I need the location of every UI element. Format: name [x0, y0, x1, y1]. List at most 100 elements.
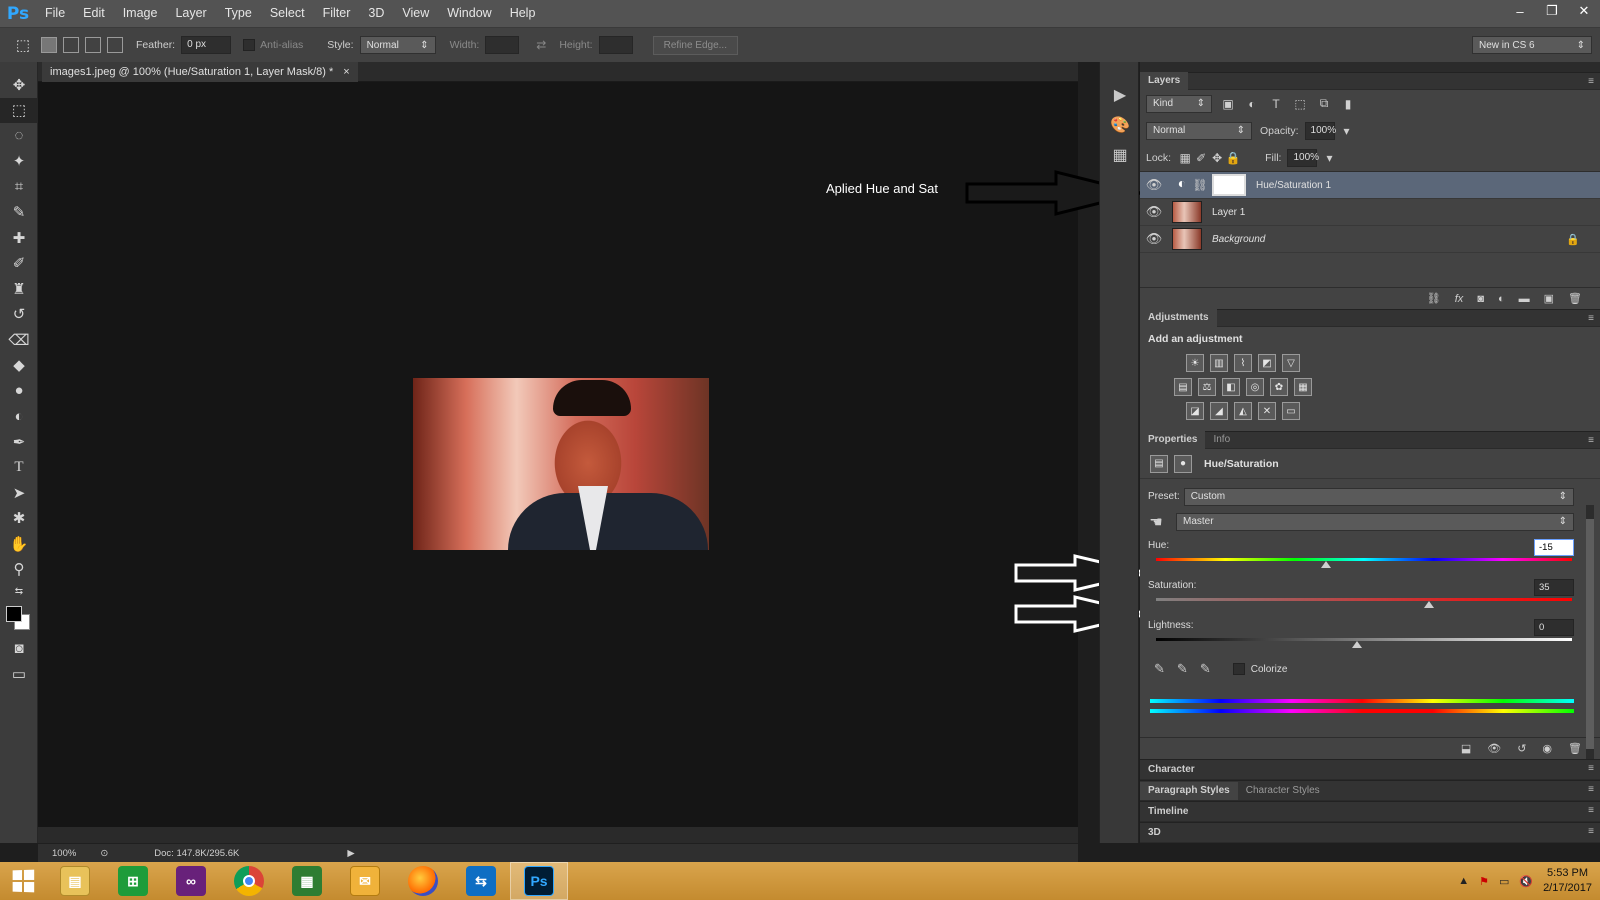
- taskbar-visual-studio[interactable]: ∞: [162, 862, 220, 900]
- tab-character[interactable]: Character: [1140, 761, 1203, 779]
- filter-toggle-icon[interactable]: ▮: [1340, 97, 1356, 111]
- fill-dropdown-icon[interactable]: ▾: [1321, 151, 1337, 165]
- play-actions-icon[interactable]: ▶: [1100, 80, 1140, 110]
- lightness-slider-track[interactable]: [1156, 638, 1572, 641]
- levels-icon[interactable]: ▥: [1210, 354, 1228, 372]
- taskbar-chrome[interactable]: [220, 862, 278, 900]
- panel-menu-icon[interactable]: ≡: [1588, 435, 1594, 446]
- clock[interactable]: 5:53 PM 2/17/2017: [1543, 866, 1592, 896]
- foreground-color-swatch[interactable]: [6, 606, 22, 622]
- volume-icon[interactable]: 🔇: [1519, 875, 1533, 888]
- taskbar-project[interactable]: ▦: [278, 862, 336, 900]
- swatches-palette-icon[interactable]: 🎨: [1100, 110, 1140, 140]
- targeted-adjustment-hand-icon[interactable]: ☚: [1148, 513, 1164, 531]
- photo-filter-icon[interactable]: ◎: [1246, 378, 1264, 396]
- lock-transparent-icon[interactable]: ▦: [1177, 151, 1193, 165]
- add-mask-icon[interactable]: ◙: [1477, 293, 1484, 305]
- tab-timeline[interactable]: Timeline: [1140, 803, 1196, 821]
- grid-panel-icon[interactable]: ▦: [1100, 140, 1140, 170]
- visibility-eye-icon[interactable]: 👁: [1140, 231, 1168, 247]
- opacity-input[interactable]: 100%: [1304, 121, 1336, 140]
- selective-color-icon[interactable]: ✕: [1258, 402, 1276, 420]
- tab-character-styles[interactable]: Character Styles: [1238, 782, 1328, 800]
- taskbar-firefox[interactable]: [394, 862, 452, 900]
- filter-shape-icon[interactable]: ⬚: [1292, 97, 1308, 111]
- preset-select[interactable]: Custom ⇕: [1183, 487, 1574, 506]
- curves-icon[interactable]: ⌇: [1234, 354, 1252, 372]
- posterize-icon[interactable]: ◢: [1210, 402, 1228, 420]
- tab-layers[interactable]: Layers: [1140, 72, 1189, 90]
- eyedropper-plus-icon[interactable]: ✎: [1177, 661, 1188, 677]
- tab-info[interactable]: Info: [1205, 431, 1238, 449]
- hue-input[interactable]: -15: [1534, 539, 1574, 556]
- filter-pixel-icon[interactable]: ▣: [1220, 97, 1236, 111]
- visibility-eye-icon[interactable]: 👁: [1140, 177, 1168, 193]
- taskbar-mail[interactable]: ✉: [336, 862, 394, 900]
- channel-mixer-icon[interactable]: ✿: [1270, 378, 1288, 396]
- layer-row-hue-saturation[interactable]: 👁 ◐ ⛓ Hue/Saturation 1: [1140, 172, 1600, 199]
- hue-saturation-icon[interactable]: ▤: [1150, 454, 1168, 473]
- invert-icon[interactable]: ◪: [1186, 402, 1204, 420]
- delete-adjustment-icon[interactable]: 🗑: [1568, 742, 1582, 755]
- taskbar-store[interactable]: ⊞: [104, 862, 162, 900]
- kind-filter-select[interactable]: Kind ⇕: [1146, 94, 1212, 113]
- hue-slider-track[interactable]: [1156, 558, 1572, 561]
- filter-smart-object-icon[interactable]: ⧉: [1316, 96, 1332, 111]
- tab-paragraph-styles[interactable]: Paragraph Styles: [1140, 781, 1238, 800]
- saturation-input[interactable]: 35: [1534, 579, 1574, 596]
- view-previous-state-icon[interactable]: 👁: [1487, 742, 1501, 755]
- vibrance-icon[interactable]: ▽: [1282, 354, 1300, 372]
- toggle-visibility-icon[interactable]: ◉: [1542, 742, 1552, 755]
- panel-menu-icon[interactable]: ≡: [1588, 76, 1594, 87]
- network-icon[interactable]: ▭: [1499, 875, 1509, 888]
- taskbar-teamviewer[interactable]: ⇆: [452, 862, 510, 900]
- filter-adjustment-icon[interactable]: ◐: [1244, 97, 1260, 111]
- taskbar-photoshop[interactable]: Ps: [510, 862, 568, 900]
- new-adjustment-icon[interactable]: ◐: [1498, 293, 1505, 305]
- fx-icon[interactable]: fx: [1455, 293, 1464, 305]
- mask-icon[interactable]: ●: [1174, 454, 1192, 473]
- panel-menu-icon[interactable]: ≡: [1588, 826, 1594, 837]
- layer-row-layer-1[interactable]: 👁 Layer 1: [1140, 199, 1600, 226]
- colorize-checkbox[interactable]: [1232, 663, 1245, 675]
- trash-icon[interactable]: 🗑: [1568, 292, 1582, 305]
- fill-input[interactable]: 100%: [1287, 148, 1319, 167]
- layer-row-background[interactable]: 👁 Background 🔒: [1140, 226, 1600, 253]
- brightness-contrast-icon[interactable]: ☀: [1186, 354, 1204, 372]
- panel-menu-icon[interactable]: ≡: [1588, 763, 1594, 774]
- blend-mode-select[interactable]: Normal ⇕: [1146, 121, 1252, 140]
- layer-mask-thumbnail[interactable]: [1212, 174, 1246, 196]
- new-layer-icon[interactable]: ▣: [1544, 292, 1554, 305]
- properties-scrollbar[interactable]: [1586, 505, 1594, 765]
- color-lookup-icon[interactable]: ▦: [1294, 378, 1312, 396]
- lightness-input[interactable]: 0: [1534, 619, 1574, 636]
- lock-position-icon[interactable]: ✥: [1209, 151, 1225, 165]
- hue-slider-thumb[interactable]: [1321, 561, 1331, 568]
- lock-brush-icon[interactable]: ✐: [1193, 151, 1209, 165]
- tray-expand-icon[interactable]: ▲: [1458, 875, 1469, 887]
- panel-menu-icon[interactable]: ≡: [1588, 784, 1594, 795]
- exposure-icon[interactable]: ◩: [1258, 354, 1276, 372]
- black-white-icon[interactable]: ◧: [1222, 378, 1240, 396]
- opacity-dropdown-icon[interactable]: ▾: [1339, 124, 1355, 138]
- filter-type-icon[interactable]: T: [1268, 97, 1284, 111]
- action-center-icon[interactable]: ⚑: [1479, 875, 1489, 888]
- lock-all-icon[interactable]: 🔒: [1225, 151, 1241, 165]
- visibility-eye-icon[interactable]: 👁: [1140, 204, 1168, 220]
- lightness-slider-thumb[interactable]: [1352, 641, 1362, 648]
- gradient-map-icon[interactable]: ▭: [1282, 402, 1300, 420]
- link-layers-icon[interactable]: ⛓: [1427, 292, 1441, 305]
- new-group-icon[interactable]: ▬: [1519, 293, 1530, 305]
- saturation-slider-thumb[interactable]: [1424, 601, 1434, 608]
- eyedropper-minus-icon[interactable]: ✎: [1200, 661, 1211, 677]
- clip-to-layer-icon[interactable]: ⬓: [1461, 742, 1471, 755]
- hue-saturation-icon[interactable]: ▤: [1174, 378, 1192, 396]
- saturation-slider-track[interactable]: [1156, 598, 1572, 601]
- channel-select[interactable]: Master ⇕: [1176, 512, 1574, 531]
- properties-scroll-thumb[interactable]: [1586, 519, 1594, 749]
- tab-adjustments[interactable]: Adjustments: [1140, 309, 1217, 327]
- color-balance-icon[interactable]: ⚖: [1198, 378, 1216, 396]
- reset-icon[interactable]: ↺: [1517, 742, 1526, 755]
- threshold-icon[interactable]: ◭: [1234, 402, 1252, 420]
- panel-menu-icon[interactable]: ≡: [1588, 313, 1594, 324]
